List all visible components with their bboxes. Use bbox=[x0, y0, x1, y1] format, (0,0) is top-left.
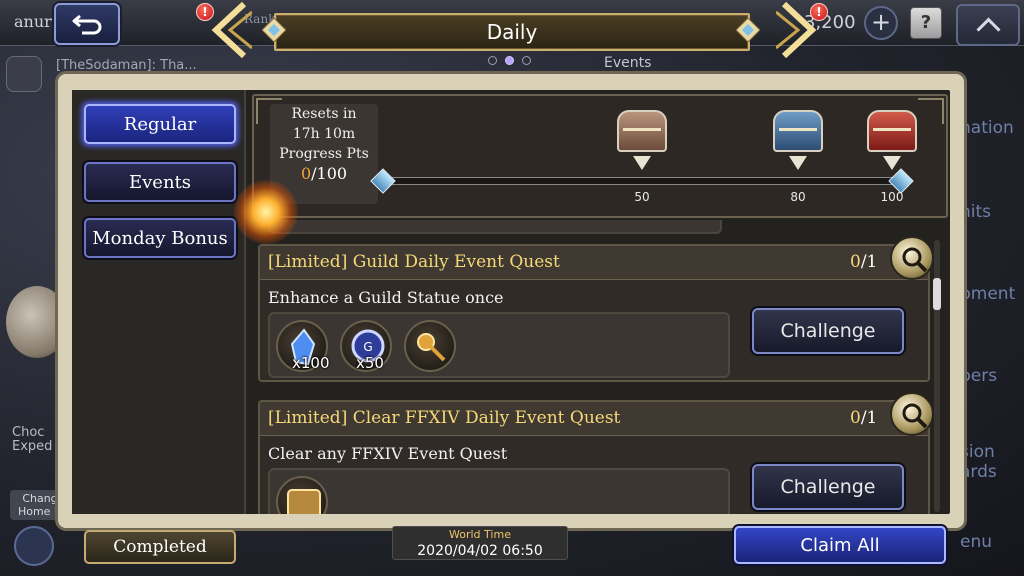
bronze-chest-icon[interactable] bbox=[617, 110, 667, 152]
quest-count: 0/1 bbox=[850, 408, 877, 428]
blue-chest-icon[interactable] bbox=[773, 110, 823, 152]
guild-medal-icon[interactable]: Gx50 bbox=[340, 320, 392, 372]
scrollbar-thumb[interactable] bbox=[933, 278, 941, 310]
right-rail-item[interactable]: pment bbox=[960, 284, 1015, 304]
progress-pts-label: Progress Pts bbox=[279, 146, 369, 162]
scrollbar[interactable] bbox=[933, 240, 941, 512]
magnifier-icon bbox=[902, 403, 928, 429]
right-rail-item[interactable]: nits bbox=[960, 202, 991, 222]
page-dot[interactable] bbox=[488, 56, 497, 65]
quest-header: [Limited] Guild Daily Event Quest 0/1 bbox=[260, 246, 928, 280]
quest-description: Enhance a Guild Statue once bbox=[268, 288, 504, 307]
prev-page-chevron-icon[interactable] bbox=[208, 2, 252, 58]
quest-rewards bbox=[268, 468, 730, 514]
challenge-button[interactable]: Challenge bbox=[752, 308, 904, 354]
page-dot[interactable] bbox=[522, 56, 531, 65]
quest-header: [Limited] Clear FFXIV Daily Event Quest 0… bbox=[260, 402, 928, 436]
world-time-label: World Time bbox=[449, 528, 511, 541]
daily-missions-panel: Regular Events Monday Bonus Resets in 17… bbox=[58, 74, 964, 528]
progress-track bbox=[382, 177, 902, 185]
progress-current: 0 bbox=[300, 164, 312, 183]
right-rail-item[interactable]: enu bbox=[960, 532, 992, 552]
quest-card: [Limited] Clear FFXIV Daily Event Quest 0… bbox=[258, 392, 932, 514]
gold-key-icon[interactable] bbox=[404, 320, 456, 372]
milestone-arrow-icon bbox=[633, 156, 651, 170]
user-name: anur bbox=[14, 12, 52, 31]
progress-glow-icon bbox=[234, 180, 298, 244]
right-rail-item[interactable]: pers bbox=[960, 366, 997, 386]
quest-card: [Limited] Guild Daily Event Quest 0/1 Enha… bbox=[258, 236, 932, 382]
quest-count-max: /1 bbox=[860, 408, 878, 428]
right-rail-item[interactable]: nation bbox=[960, 118, 1014, 138]
milestone-label: 50 bbox=[634, 190, 650, 204]
page-indicator bbox=[488, 56, 531, 65]
gold-item-icon[interactable] bbox=[276, 476, 328, 514]
back-arrow-icon bbox=[72, 14, 102, 35]
events-ghost-label: Events bbox=[604, 55, 652, 71]
gem-ornament-icon bbox=[262, 18, 286, 42]
quest-count: 0/1 bbox=[850, 252, 877, 272]
quest-description: Clear any FFXIV Event Quest bbox=[268, 444, 508, 463]
milestone-label: 80 bbox=[790, 190, 806, 204]
progress-pts-value: 0/100 bbox=[270, 164, 378, 184]
tab-regular[interactable]: Regular bbox=[84, 104, 236, 144]
quest-details-button[interactable] bbox=[890, 392, 932, 436]
tab-events[interactable]: Events bbox=[84, 162, 236, 202]
resets-time: 17h 10m bbox=[292, 126, 356, 142]
back-button[interactable] bbox=[54, 3, 120, 45]
quest-count-max: /1 bbox=[860, 252, 878, 272]
panel-inner: Regular Events Monday Bonus Resets in 17… bbox=[72, 90, 950, 514]
challenge-button[interactable]: Challenge bbox=[752, 464, 904, 510]
side-left-label: Choc Exped bbox=[12, 425, 53, 454]
world-time-value: 2020/04/02 06:50 bbox=[417, 543, 543, 559]
milestone-arrow-icon bbox=[883, 156, 901, 170]
collapse-menu-button[interactable] bbox=[956, 4, 1020, 46]
quest-count-current: 0 bbox=[850, 408, 861, 428]
completed-button[interactable]: Completed bbox=[84, 530, 236, 564]
chat-message[interactable]: [TheSodaman]: Tha... bbox=[56, 58, 197, 73]
quest-list: [Limited] Guild Daily Event Quest 0/1 Enha… bbox=[252, 220, 932, 514]
previous-quest-card bbox=[268, 220, 722, 234]
page-title-banner: Daily bbox=[274, 13, 750, 51]
milestone-arrow-icon bbox=[789, 156, 807, 170]
page-dot-active[interactable] bbox=[505, 56, 514, 65]
quest-count-current: 0 bbox=[850, 252, 861, 272]
magnifier-icon bbox=[902, 247, 928, 273]
profile-icon[interactable] bbox=[14, 526, 54, 566]
resets-label: Resets in bbox=[291, 106, 357, 122]
progress-header: Resets in 17h 10m Progress Pts 0/100 50 8… bbox=[252, 94, 948, 218]
claim-all-button[interactable]: Claim All bbox=[734, 526, 946, 564]
milestone-label: 100 bbox=[880, 190, 904, 204]
quest-title: [Limited] Clear FFXIV Daily Event Quest bbox=[268, 408, 621, 428]
quest-rewards: x100 Gx50 bbox=[268, 312, 730, 378]
help-button[interactable]: ? bbox=[910, 7, 942, 39]
progress-max: /100 bbox=[311, 164, 348, 183]
gem-ornament-icon bbox=[736, 18, 760, 42]
red-chest-icon[interactable] bbox=[867, 110, 917, 152]
chat-icon[interactable] bbox=[6, 56, 42, 92]
category-tabs: Regular Events Monday Bonus bbox=[72, 90, 246, 514]
tab-monday-bonus[interactable]: Monday Bonus bbox=[84, 218, 236, 258]
quest-details-button[interactable] bbox=[890, 236, 932, 280]
add-gil-button[interactable]: + bbox=[864, 6, 898, 40]
world-time: World Time 2020/04/02 06:50 bbox=[392, 526, 568, 560]
blue-crystal-icon[interactable]: x100 bbox=[276, 320, 330, 372]
reward-quantity: x100 bbox=[292, 354, 330, 372]
svg-text:G: G bbox=[363, 340, 372, 354]
quest-title: [Limited] Guild Daily Event Quest bbox=[268, 252, 560, 272]
next-page-chevron-icon[interactable] bbox=[776, 2, 820, 58]
frame-ornament bbox=[918, 98, 944, 124]
reward-quantity: x50 bbox=[356, 354, 384, 372]
page-title: Daily bbox=[486, 20, 538, 44]
right-rail-item[interactable]: sion ards bbox=[960, 442, 997, 482]
right-rail: nation nits pment pers sion ards enu bbox=[960, 76, 1024, 556]
